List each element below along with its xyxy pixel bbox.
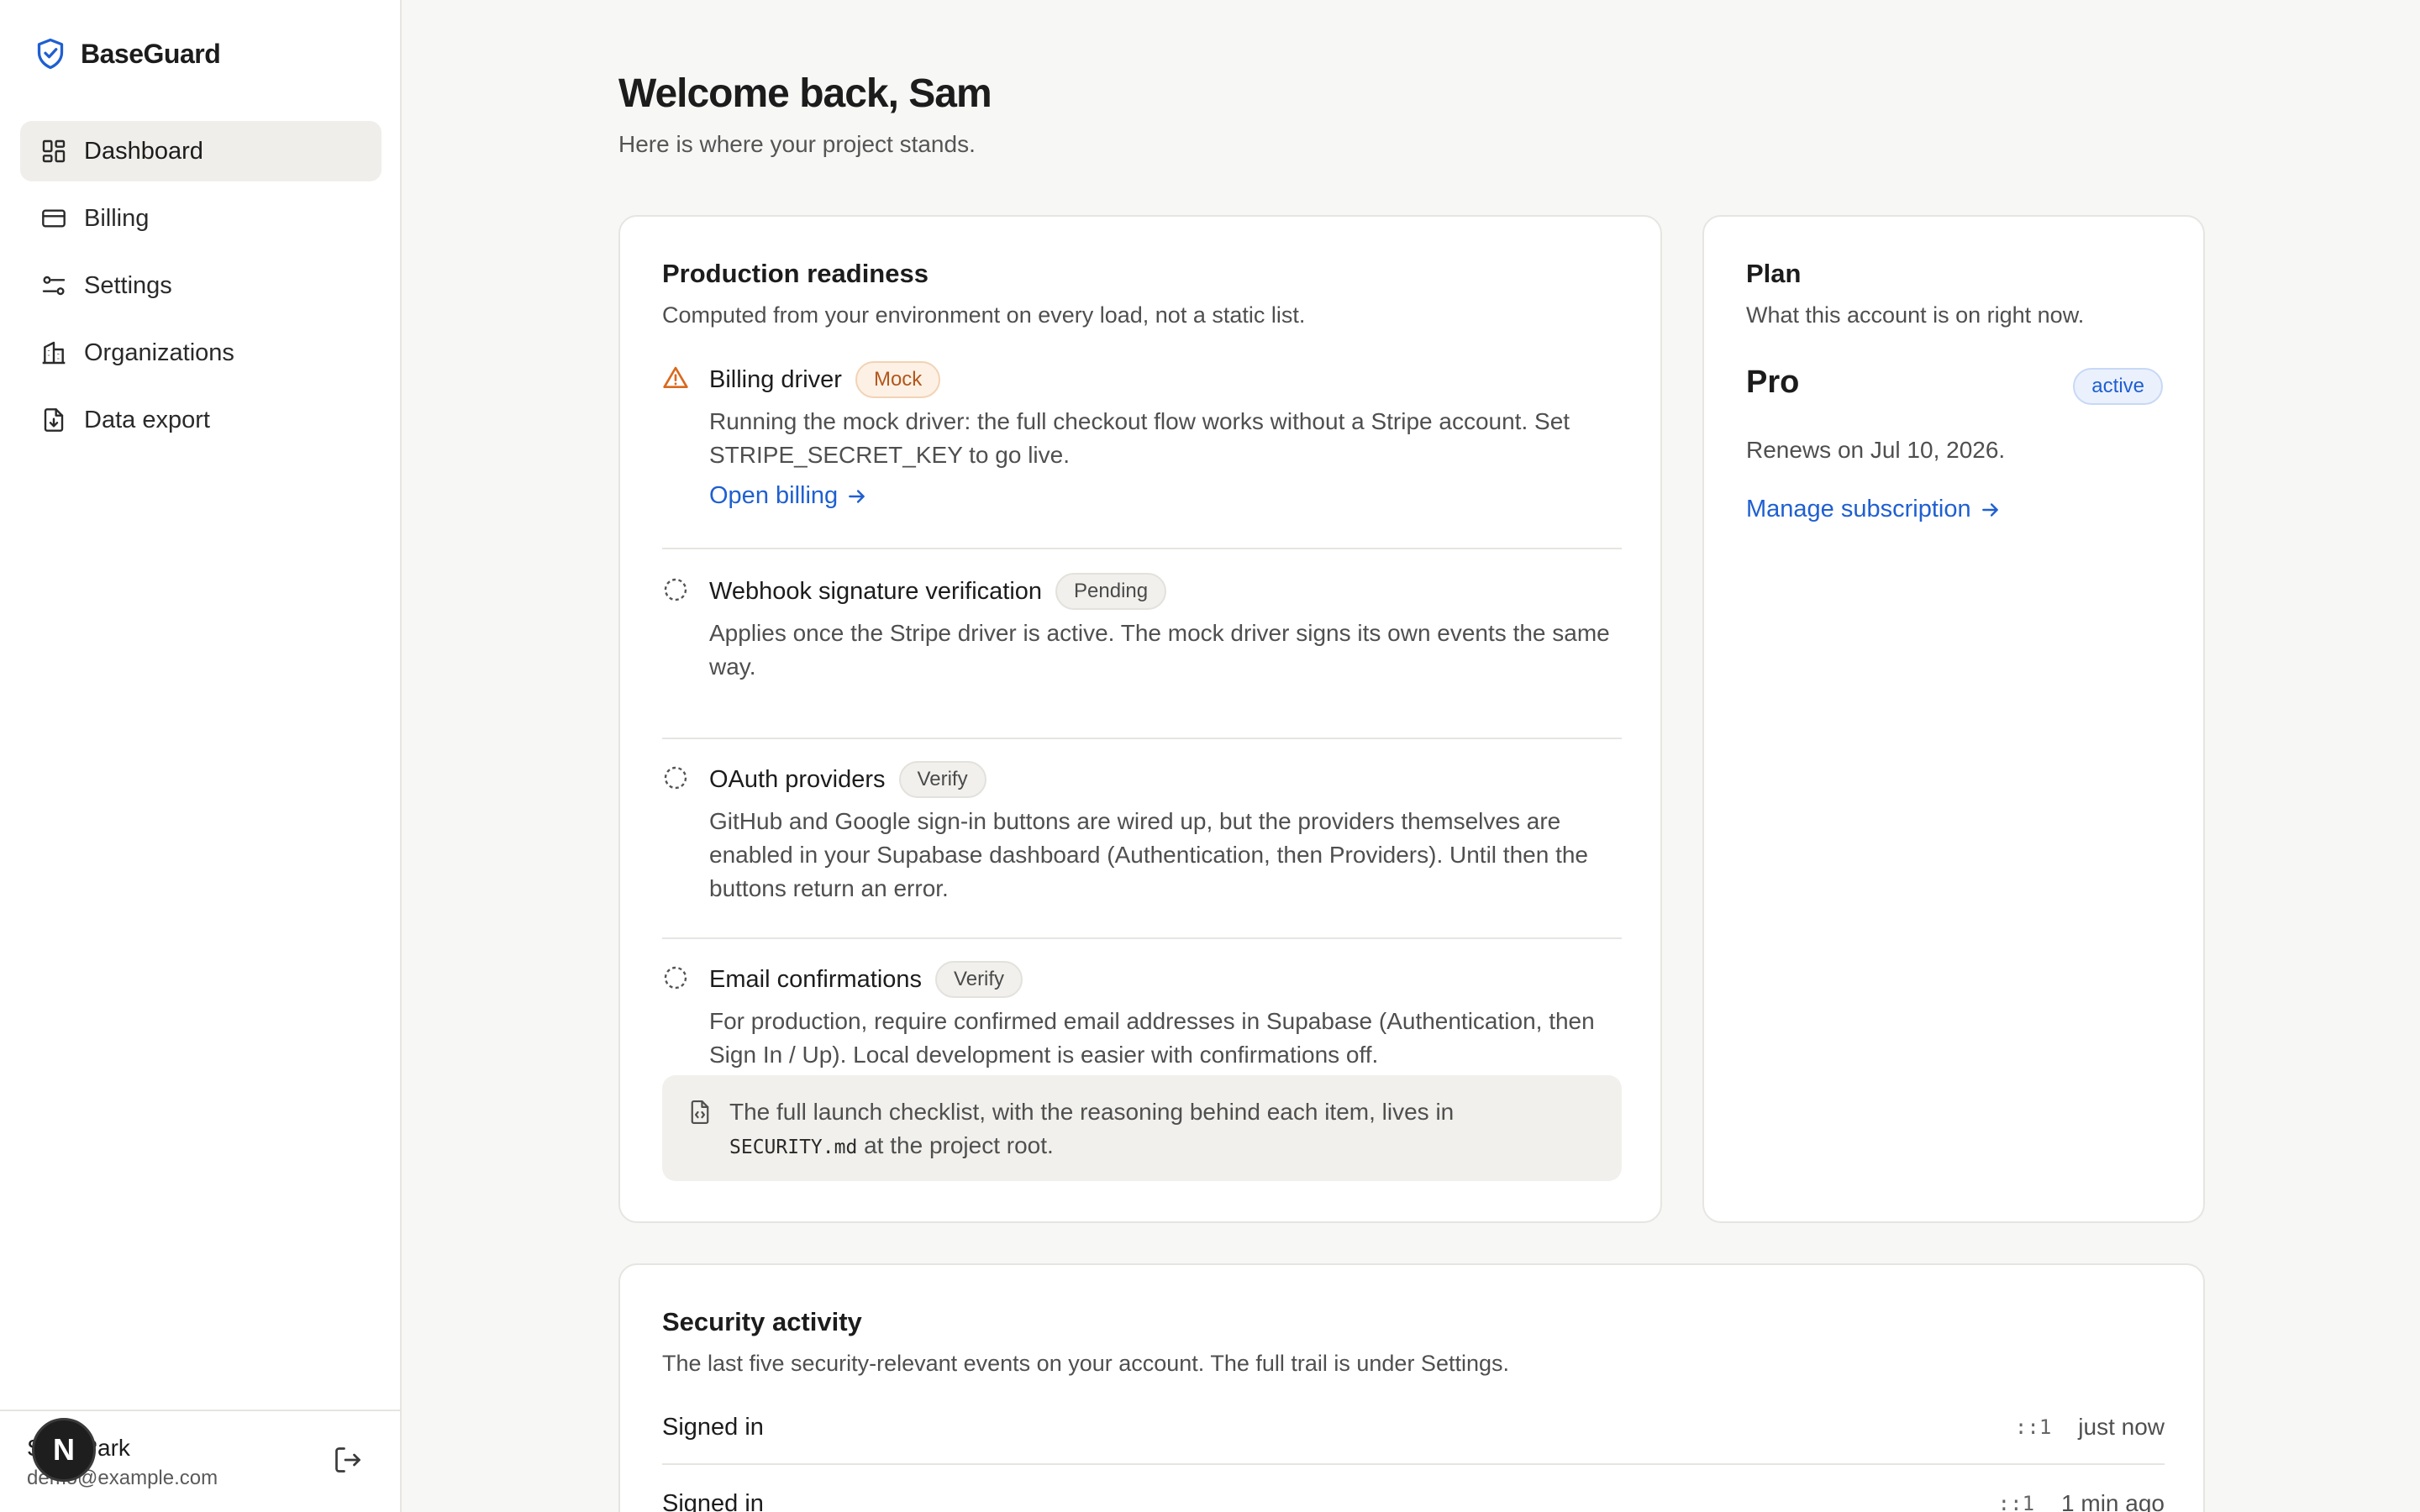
note-text: The full launch checklist, with the reas…	[729, 1095, 1586, 1164]
check-item-email: Email confirmations Verify For productio…	[662, 939, 1622, 1068]
pending-circle-icon	[664, 578, 687, 601]
activity-time: just now	[2078, 1414, 2165, 1440]
sidebar-item-billing[interactable]: Billing	[20, 188, 381, 249]
status-badge: Mock	[855, 361, 941, 398]
sliders-icon	[42, 276, 66, 296]
check-title: Billing driver	[709, 365, 842, 393]
dashboard-icon	[42, 139, 66, 163]
sidebar-item-label: Data export	[84, 406, 210, 433]
activity-row: Signed in ::1 1 min ago	[662, 1467, 2165, 1512]
brand[interactable]: BaseGuard	[35, 37, 221, 71]
note-text-after: at the project root.	[864, 1132, 1054, 1158]
security-activity-card: Security activity The last five security…	[618, 1263, 2205, 1512]
sidebar-item-organizations[interactable]: Organizations	[20, 323, 381, 383]
sidebar-item-label: Organizations	[84, 339, 234, 366]
check-description: Applies once the Stripe driver is active…	[709, 620, 1610, 680]
sidebar-nav: Dashboard Billing Settings Organizations	[20, 121, 381, 457]
manage-subscription-label: Manage subscription	[1746, 496, 1971, 522]
check-title: Webhook signature verification	[709, 577, 1043, 605]
security-file-name: SECURITY.md	[729, 1137, 858, 1158]
activity-label: Signed in	[662, 1413, 764, 1441]
readiness-card: Production readiness Computed from your …	[618, 215, 1662, 1223]
activity-ip: ::1	[2014, 1415, 2052, 1439]
check-description: For production, require confirmed email …	[709, 1008, 1595, 1068]
checklist-note: The full launch checklist, with the reas…	[662, 1075, 1622, 1181]
sidebar-item-label: Dashboard	[84, 137, 203, 165]
avatar[interactable]: N	[32, 1418, 96, 1482]
building-icon	[42, 341, 66, 365]
check-item-billing-driver: Billing driver Mock Running the mock dri…	[662, 361, 1622, 549]
status-badge: Verify	[898, 761, 986, 798]
sidebar-item-data-export[interactable]: Data export	[20, 390, 381, 450]
file-download-icon	[44, 408, 64, 432]
brand-name: BaseGuard	[81, 38, 221, 69]
open-billing-label: Open billing	[709, 482, 839, 509]
page-subtitle: Here is where your project stands.	[618, 131, 976, 157]
readiness-subtitle: Computed from your environment on every …	[662, 302, 1306, 328]
note-text-before: The full launch checklist, with the reas…	[729, 1099, 1455, 1125]
status-badge: Pending	[1055, 573, 1167, 610]
user-menu[interactable]: Sam Park demo@example.com N	[0, 1410, 400, 1512]
manage-subscription-link[interactable]: Manage subscription	[1746, 496, 2002, 523]
arrow-right-icon	[1981, 502, 1998, 517]
sidebar-item-dashboard[interactable]: Dashboard	[20, 121, 381, 181]
open-billing-link[interactable]: Open billing	[709, 482, 868, 510]
arrow-right-icon	[849, 489, 865, 503]
check-description: Running the mock driver: the full checko…	[709, 408, 1570, 468]
activity-row: Signed in ::1 just now	[662, 1391, 2165, 1465]
status-badge: active	[2073, 368, 2163, 405]
check-title: Email confirmations	[709, 965, 923, 993]
activity-time: 1 min ago	[2061, 1490, 2165, 1512]
activity-title: Security activity	[662, 1307, 862, 1336]
plan-renewal: Renews on Jul 10, 2026.	[1746, 437, 2006, 463]
activity-ip: ::1	[1997, 1492, 2035, 1512]
status-badge: Verify	[935, 961, 1023, 998]
sidebar-item-label: Settings	[84, 271, 172, 299]
logout-icon[interactable]	[333, 1445, 363, 1475]
check-title: OAuth providers	[709, 765, 886, 793]
credit-card-icon	[42, 209, 66, 228]
plan-title: Plan	[1746, 259, 1802, 288]
pending-circle-icon	[664, 766, 687, 790]
pending-circle-icon	[664, 966, 687, 990]
activity-label: Signed in	[662, 1489, 764, 1512]
plan-subtitle: What this account is on right now.	[1746, 302, 2085, 328]
check-description: GitHub and Google sign-in buttons are wi…	[709, 808, 1589, 901]
plan-card: Plan What this account is on right now. …	[1702, 215, 2205, 1223]
check-item-webhook: Webhook signature verification Pending A…	[662, 573, 1622, 739]
sidebar-item-label: Billing	[84, 204, 150, 232]
activity-subtitle: The last five security-relevant events o…	[662, 1351, 1509, 1376]
sidebar-item-settings[interactable]: Settings	[20, 255, 381, 316]
file-code-icon	[691, 1100, 709, 1125]
sidebar: BaseGuard Dashboard Billing Settings Org…	[0, 0, 402, 1512]
shield-check-icon	[37, 38, 64, 70]
warning-icon	[663, 366, 688, 388]
check-item-oauth: OAuth providers Verify GitHub and Google…	[662, 739, 1622, 939]
readiness-title: Production readiness	[662, 259, 929, 288]
plan-name: Pro	[1746, 365, 1800, 400]
page-title: Welcome back, Sam	[618, 71, 992, 116]
